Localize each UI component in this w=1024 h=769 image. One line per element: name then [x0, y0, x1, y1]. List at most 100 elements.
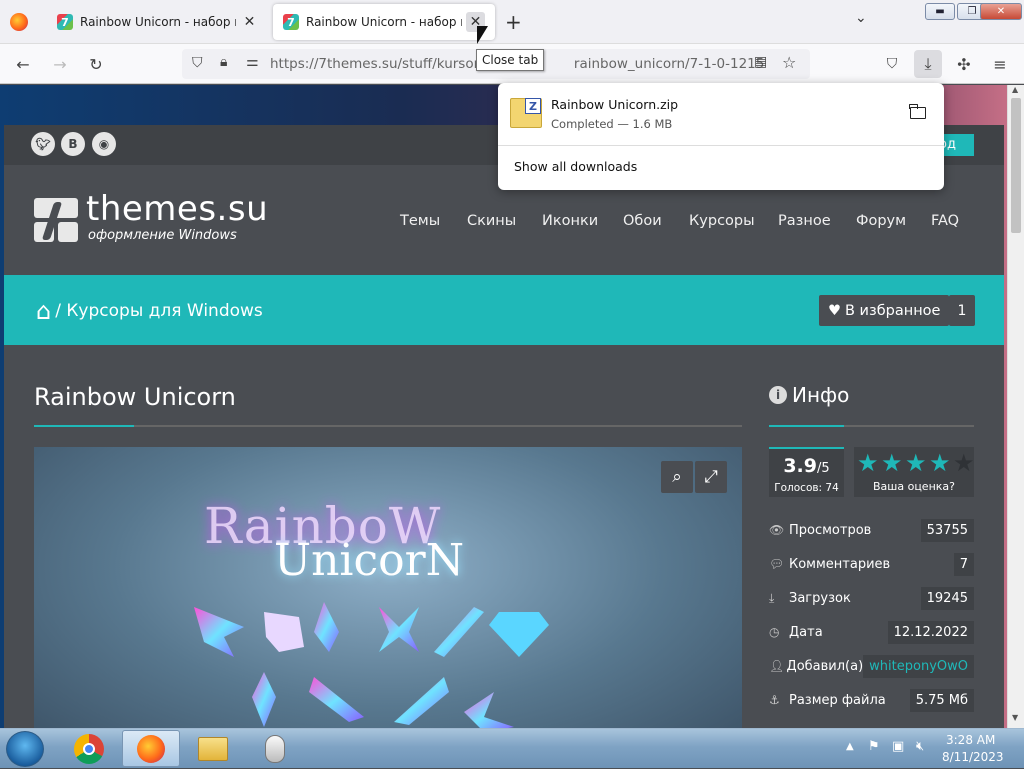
cursor-resize-icon: [394, 677, 449, 725]
site-logo-text[interactable]: themes.su: [86, 189, 268, 229]
reader-view-icon[interactable]: ▤: [754, 54, 767, 70]
scroll-up-icon[interactable]: ▲: [1012, 85, 1018, 94]
taskbar-firefox-icon[interactable]: [122, 730, 180, 767]
tab-rainbow-unicorn-2[interactable]: 7 Rainbow Unicorn - набор курсоров ✕: [273, 4, 495, 40]
twitter-icon[interactable]: 🐦︎: [31, 132, 55, 156]
menu-item-faq[interactable]: FAQ: [931, 213, 959, 229]
menu-item-icons[interactable]: Иконки: [542, 213, 598, 229]
bookmark-star-icon[interactable]: ☆: [782, 53, 796, 72]
tab-strip: 7 Rainbow Unicorn - набор курсоров ✕ 7 R…: [0, 0, 1024, 44]
cursor-pen-icon: [314, 602, 339, 652]
menu-item-cursors[interactable]: Курсоры: [689, 213, 755, 229]
cursor-artwork: [194, 602, 549, 728]
info-row-author: 👤︎ Добавил(а) whiteponyOwO: [769, 651, 974, 681]
cursor-hand-icon: [264, 612, 304, 652]
menu-item-wallpapers[interactable]: Обои: [623, 213, 662, 229]
forward-icon[interactable]: →: [46, 50, 74, 78]
tab-title: Rainbow Unicorn - набор курсоров: [306, 15, 462, 29]
clock-time[interactable]: 3:28 AM: [946, 733, 995, 747]
menu-item-misc[interactable]: Разное: [778, 213, 831, 229]
rss-icon[interactable]: ◉: [92, 132, 116, 156]
list-all-tabs-icon[interactable]: ⌄: [855, 10, 867, 26]
lock-icon[interactable]: 🔒︎: [220, 54, 227, 70]
reload-icon[interactable]: ↻: [82, 50, 110, 78]
info-circle-icon: i: [769, 386, 787, 404]
close-tab-tooltip: Close tab: [476, 49, 545, 71]
start-button[interactable]: [6, 731, 44, 767]
close-tab-icon[interactable]: ✕: [240, 12, 259, 32]
cursor-busy-icon: [252, 672, 276, 727]
download-file-name[interactable]: Rainbow Unicorn.zip: [551, 97, 678, 112]
star-icon[interactable]: ★: [953, 451, 975, 475]
info-label: Добавил(а): [786, 658, 864, 674]
mouse-cursor-icon: [477, 26, 488, 44]
site-logo-icon[interactable]: [34, 198, 78, 242]
tracking-shield-icon[interactable]: ⛉: [192, 55, 203, 71]
new-tab-button[interactable]: +: [505, 10, 522, 34]
home-icon[interactable]: ⌂: [36, 297, 51, 325]
cursor-arrow-icon: [194, 607, 244, 657]
star-icon[interactable]: ★: [881, 451, 903, 475]
preview-image[interactable]: RainboW UnicorN ⌕ ⤢: [34, 447, 742, 728]
menu-item-themes[interactable]: Темы: [400, 213, 440, 229]
firefox-menu-icon[interactable]: [10, 13, 28, 31]
network-icon[interactable]: ▣: [892, 739, 904, 754]
volume-muted-icon[interactable]: 🔇︎: [916, 739, 924, 754]
info-label: Комментариев: [789, 556, 891, 572]
breadcrumb-category[interactable]: / Курсоры для Windows: [55, 301, 263, 321]
user-icon: 👤︎: [769, 659, 785, 673]
site-favicon-icon: 7: [283, 14, 299, 30]
clock-date[interactable]: 8/11/2023: [942, 750, 1004, 764]
star-icon[interactable]: ★: [857, 451, 879, 475]
window-close-button[interactable]: ✕: [980, 3, 1022, 20]
show-in-folder-icon[interactable]: [909, 104, 926, 119]
action-center-icon[interactable]: ⚑: [868, 739, 880, 754]
back-icon[interactable]: ←: [9, 50, 37, 78]
cursor-move-icon: [379, 607, 419, 652]
cursor-resize-icon: [309, 677, 364, 722]
heart-icon: ♥: [828, 302, 841, 319]
info-title: i Инфо: [769, 383, 849, 407]
info-row-views: 👁︎ Просмотров 53755: [769, 515, 974, 545]
pocket-icon[interactable]: ⛉: [878, 50, 906, 78]
permissions-icon[interactable]: ⚌: [246, 54, 259, 70]
tray-expand-icon[interactable]: ▲: [846, 741, 854, 752]
url-text-end: rainbow_unicorn/7-1-0-1215: [573, 56, 765, 72]
clock-icon: ◷: [769, 625, 780, 639]
zoom-icon[interactable]: ⌕: [661, 461, 693, 493]
menu-item-skins[interactable]: Скины: [467, 213, 516, 229]
taskbar-mouse-icon[interactable]: [246, 730, 304, 767]
add-to-favorites-button[interactable]: ♥ В избранное: [819, 295, 950, 326]
star-rating-widget[interactable]: ★ ★ ★ ★ ★ Ваша оценка?: [854, 447, 975, 497]
downloads-icon[interactable]: ⤓: [914, 50, 942, 78]
author-link[interactable]: whiteponyOwO: [863, 654, 974, 678]
cursor-link-icon: [464, 692, 514, 728]
divider: [498, 145, 944, 146]
system-tray: ▲ ⚑ ▣ 🔇︎ 3:28 AM 8/11/2023: [843, 729, 1024, 769]
menu-item-forum[interactable]: Форум: [856, 213, 906, 229]
rating-value: 3.9/5: [783, 455, 830, 477]
page-title: Rainbow Unicorn: [34, 383, 236, 411]
cursor-sword-icon: [434, 607, 484, 657]
info-divider: [769, 425, 974, 427]
minimize-button[interactable]: ▬: [925, 3, 955, 20]
tab-rainbow-unicorn-1[interactable]: 7 Rainbow Unicorn - набор курсоров ✕: [47, 4, 269, 40]
site-logo-subtitle: оформление Windows: [88, 228, 237, 243]
scroll-down-icon[interactable]: ▼: [1012, 713, 1018, 722]
page-scrollbar[interactable]: ▲ ▼: [1007, 85, 1024, 728]
fullscreen-icon[interactable]: ⤢: [695, 461, 727, 493]
favorites-label: В избранное: [845, 302, 941, 319]
star-icon[interactable]: ★: [929, 451, 951, 475]
show-all-downloads-link[interactable]: Show all downloads: [514, 159, 637, 174]
info-heading: Инфо: [792, 383, 850, 407]
star-icon[interactable]: ★: [905, 451, 927, 475]
downloads-panel: Z Rainbow Unicorn.zip Completed — 1.6 MB…: [498, 83, 944, 190]
taskbar-chrome-icon[interactable]: [60, 730, 118, 767]
app-menu-icon[interactable]: ≡: [986, 50, 1014, 78]
taskbar-explorer-icon[interactable]: [184, 730, 242, 767]
title-divider: [34, 425, 742, 427]
vk-icon[interactable]: B: [61, 132, 85, 156]
info-row-filesize: ⚓︎ Размер файла 5.75 Мб: [769, 685, 974, 715]
scrollbar-thumb[interactable]: [1011, 98, 1021, 233]
extensions-icon[interactable]: ✣: [950, 50, 978, 78]
